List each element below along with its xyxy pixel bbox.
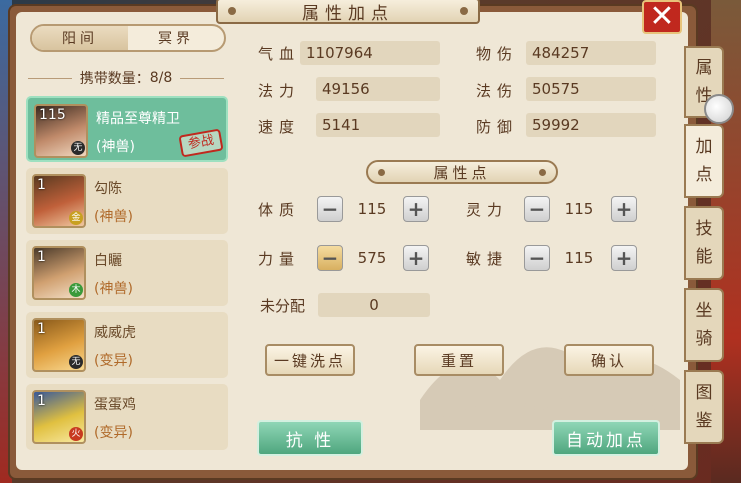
stat-wushang-value: 484257 [526,41,656,65]
pet-level: 1 [37,249,46,265]
pet-level: 115 [39,107,66,123]
attr-minjie-label: 敏捷 [466,249,509,268]
stat-fangyu-value: 59992 [526,113,656,137]
pet-card[interactable]: 1 金 勾陈 (神兽) [26,168,228,234]
pet-name: 白矖 [94,253,122,269]
pet-type: (神兽) [94,281,133,297]
pet-name: 勾陈 [94,181,122,197]
title-dot-left [228,7,236,15]
attr-tizhi-value: 115 [357,200,387,218]
stat-fali-label: 法力 [258,81,301,100]
pet-avatar: 1 无 [32,318,86,372]
reset-all-button[interactable]: 一键洗点 [265,344,355,376]
pet-name: 精品至尊精卫 [96,111,180,127]
window-title-text: 属性加点 [302,3,394,24]
resistance-button[interactable]: 抗 性 [257,420,363,456]
stat-sudu-value: 5141 [316,113,440,137]
attr-tizhi-label: 体质 [258,200,301,219]
pet-list-pane: 阳间 冥界 携带数量： 8/8 115 无 精品至尊精卫 (神兽) 参战 1 金… [20,18,232,466]
attr-liliang-label: 力量 [258,249,301,268]
pet-element-badge: 木 [69,283,83,297]
pet-type: (变异) [94,353,133,369]
stat-fashang-label: 法伤 [476,81,519,100]
tizhi-plus-button[interactable]: + [403,196,429,222]
pet-card[interactable]: 1 无 威威虎 (变异) [26,312,228,378]
pet-avatar: 1 火 [32,390,86,444]
section-dot-left [378,169,385,176]
stat-fangyu-label: 防御 [476,117,519,136]
pet-element-badge: 无 [69,355,83,369]
pet-element-badge: 金 [69,211,83,225]
pet-card[interactable]: 1 火 蛋蛋鸡 (变异) [26,384,228,450]
confirm-button[interactable]: 确认 [564,344,654,376]
pet-avatar: 1 木 [32,246,86,300]
carry-count: 携带数量： 8/8 [20,68,232,88]
pet-type: (神兽) [96,139,135,155]
tab-skills[interactable]: 技能 [684,206,724,280]
pet-name: 蛋蛋鸡 [94,397,136,413]
stat-qixue-value: 1107964 [300,41,440,65]
liliang-minus-button[interactable]: − [317,245,343,271]
attr-points-title-text: 属性点 [433,163,491,182]
realm-segmented-control: 阳间 冥界 [30,24,226,52]
close-button[interactable]: ✕ [642,0,682,34]
carry-count-value: 8/8 [149,70,173,86]
tab-toggle-knob[interactable] [704,94,734,124]
carry-count-label: 携带数量： [79,71,150,87]
auto-add-points-button[interactable]: 自动加点 [552,420,660,456]
lingli-plus-button[interactable]: + [611,196,637,222]
title-dot-right [460,7,468,15]
section-dot-right [539,169,546,176]
pet-element-badge: 无 [71,141,85,155]
lingli-minus-button[interactable]: − [524,196,550,222]
pet-type: (变异) [94,425,133,441]
pet-level: 1 [37,393,46,409]
pet-level: 1 [37,321,46,337]
pet-card[interactable]: 1 木 白矖 (神兽) [26,240,228,306]
liliang-plus-button[interactable]: + [403,245,429,271]
pet-type: (神兽) [94,209,133,225]
tizhi-minus-button[interactable]: − [317,196,343,222]
pet-card[interactable]: 115 无 精品至尊精卫 (神兽) 参战 [26,96,228,162]
minjie-plus-button[interactable]: + [611,245,637,271]
attr-lingli-label: 灵力 [466,200,509,219]
stat-fali-value: 49156 [316,77,440,101]
tab-mingjie[interactable]: 冥界 [128,26,224,50]
pet-avatar: 1 金 [32,174,86,228]
pet-avatar: 115 无 [34,104,88,158]
battle-stamp: 参战 [178,128,224,158]
stat-wushang-label: 物伤 [476,44,519,63]
unassigned-label: 未分配 [260,296,306,315]
tab-yangjian[interactable]: 阳间 [32,26,128,50]
tab-add-points[interactable]: 加点 [684,124,724,198]
tab-codex[interactable]: 图鉴 [684,370,724,444]
stat-qixue-label: 气血 [258,44,301,63]
attr-minjie-value: 115 [564,249,594,267]
stat-fashang-value: 50575 [526,77,656,101]
pet-element-badge: 火 [69,427,83,441]
reset-button[interactable]: 重置 [414,344,504,376]
minjie-minus-button[interactable]: − [524,245,550,271]
tab-mount[interactable]: 坐骑 [684,288,724,362]
window-title: 属性加点 [216,0,480,24]
pet-name: 威威虎 [94,325,136,341]
stat-sudu-label: 速度 [258,117,301,136]
attr-points-title: 属性点 [366,160,558,184]
pet-level: 1 [37,177,46,193]
attr-liliang-value: 575 [357,249,387,267]
unassigned-value: 0 [318,293,430,317]
attr-lingli-value: 115 [564,200,594,218]
